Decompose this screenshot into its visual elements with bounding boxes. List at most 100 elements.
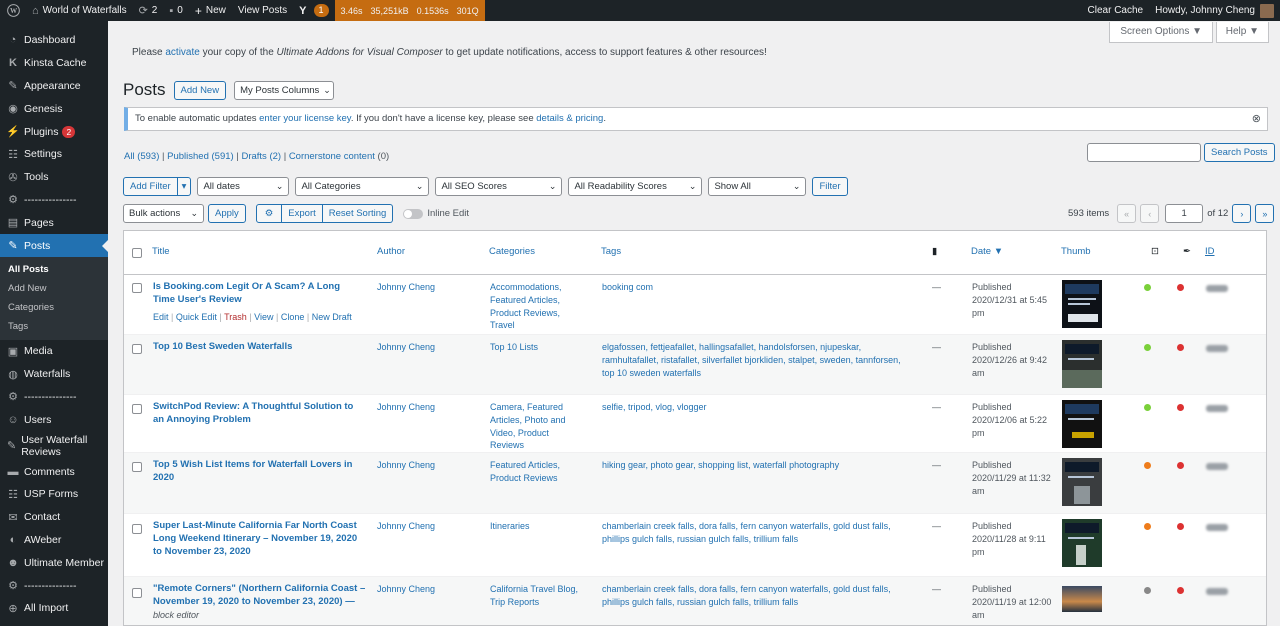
submenu-categories[interactable]: Categories [0, 298, 108, 317]
dates-filter[interactable]: All dates ⌄ [197, 177, 290, 196]
post-thumbnail[interactable] [1062, 400, 1102, 448]
post-title-link[interactable]: Is Booking.com Legit Or A Scam? A Long T… [153, 281, 358, 307]
sidebar-item-posts[interactable]: ✎ Posts [0, 234, 108, 257]
post-thumbnail[interactable] [1062, 586, 1102, 612]
sidebar-item-comments[interactable]: ▬ Comments [0, 460, 108, 483]
categories-filter[interactable]: All Categories ⌄ [295, 177, 430, 196]
comments-column-icon[interactable]: ▮ [932, 246, 937, 257]
row-checkbox[interactable] [132, 283, 142, 293]
sidebar-separator[interactable]: ⚙ --------------- [0, 574, 108, 597]
post-title-link[interactable]: Top 10 Best Sweden Waterfalls [153, 341, 358, 354]
trash-link[interactable]: Trash [224, 312, 247, 322]
submenu-add-new[interactable]: Add New [0, 279, 108, 298]
last-page-button[interactable]: » [1255, 204, 1275, 223]
post-tags[interactable]: chamberlain creek falls, dora falls, fer… [602, 520, 912, 546]
view-link[interactable]: View [254, 312, 273, 322]
row-checkbox[interactable] [132, 524, 142, 534]
view-drafts[interactable]: Drafts (2) [241, 151, 281, 162]
edit-link[interactable]: Edit [153, 312, 169, 322]
filter-button[interactable]: Filter [812, 177, 848, 196]
column-date[interactable]: Date ▼ [971, 246, 1003, 257]
add-filter-button[interactable]: Add Filter [123, 177, 178, 196]
inline-edit-toggle[interactable] [403, 208, 424, 219]
post-tags[interactable]: booking com [602, 281, 912, 294]
dismiss-icon[interactable]: ⊗ [1252, 108, 1261, 130]
query-monitor[interactable]: 3.46s 35,251kB 0.1536s 301Q [334, 0, 485, 21]
license-key-link[interactable]: enter your license key [259, 113, 351, 124]
post-categories[interactable]: Accommodations, Featured Articles, Produ… [490, 281, 585, 332]
new-draft-link[interactable]: New Draft [312, 312, 352, 322]
post-author[interactable]: Johnny Cheng [377, 583, 435, 596]
readability-column-icon[interactable]: ✒ [1183, 246, 1191, 257]
readability-filter[interactable]: All Readability Scores ⌄ [568, 177, 703, 196]
view-published[interactable]: Published (591) [167, 151, 234, 162]
post-categories[interactable]: California Travel Blog, Trip Reports [490, 583, 585, 609]
yoast-menu[interactable]: Y 1 [293, 0, 334, 21]
post-tags[interactable]: chamberlain creek falls, dora falls, fer… [602, 583, 912, 609]
post-author[interactable]: Johnny Cheng [377, 401, 435, 414]
sidebar-item-all-import[interactable]: ⊕ All Import [0, 597, 108, 620]
view-posts-link[interactable]: View Posts [232, 0, 293, 21]
row-checkbox[interactable] [132, 344, 142, 354]
apply-button[interactable]: Apply [208, 204, 246, 223]
sidebar-item-dashboard[interactable]: ◔ Dashboard [0, 29, 108, 52]
post-categories[interactable]: Featured Articles, Product Reviews [490, 459, 585, 485]
sidebar-item-pages[interactable]: ▤ Pages [0, 211, 108, 234]
sidebar-item-ultimate-member[interactable]: ☻ Ultimate Member [0, 551, 108, 574]
post-author[interactable]: Johnny Cheng [377, 341, 435, 354]
updates-link[interactable]: ⟳ 2 [133, 0, 164, 21]
clone-link[interactable]: Clone [281, 312, 305, 322]
search-posts-button[interactable]: Search Posts [1204, 143, 1275, 162]
sidebar-item-contact[interactable]: ✉ Contact [0, 506, 108, 529]
sidebar-item-genesis[interactable]: ◉ Genesis [0, 97, 108, 120]
site-name-link[interactable]: ⌂ World of Waterfalls [26, 0, 133, 21]
sidebar-separator[interactable]: ⚙ --------------- [0, 386, 108, 409]
comments-link[interactable]: ▪ 0 [163, 0, 188, 21]
screen-options-button[interactable]: Screen Options ▼ [1109, 22, 1213, 43]
post-tags[interactable]: selfie, tripod, vlog, vlogger [602, 401, 912, 414]
sidebar-item-users[interactable]: ☺ Users [0, 408, 108, 431]
post-author[interactable]: Johnny Cheng [377, 459, 435, 472]
help-button[interactable]: Help ▼ [1215, 22, 1269, 43]
sidebar-item-aweber[interactable]: ◐ AWeber [0, 529, 108, 552]
row-checkbox[interactable] [132, 588, 142, 598]
post-title-link[interactable]: "Remote Corners" (Northern California Co… [153, 583, 368, 609]
sidebar-item-media[interactable]: ▣ Media [0, 340, 108, 363]
column-author[interactable]: Author [377, 246, 405, 257]
posts-columns-select[interactable]: My Posts Columns ⌄ [234, 80, 335, 100]
post-title-link[interactable]: SwitchPod Review: A Thoughtful Solution … [153, 401, 363, 427]
reset-sorting-button[interactable]: Reset Sorting [322, 204, 394, 223]
view-cornerstone[interactable]: Cornerstone content [289, 151, 375, 162]
seo-filter[interactable]: All SEO Scores ⌄ [435, 177, 563, 196]
export-button[interactable]: Export [282, 204, 323, 223]
post-title-link[interactable]: Super Last-Minute California Far North C… [153, 520, 363, 558]
post-thumbnail[interactable] [1062, 340, 1102, 388]
sidebar-item-usp-forms[interactable]: ☷ USP Forms [0, 483, 108, 506]
post-categories[interactable]: Itineraries [490, 520, 585, 533]
sidebar-item-appearance[interactable]: ✎ Appearance [0, 75, 108, 98]
sidebar-item-plugins[interactable]: ⚡ Plugins 2 [0, 120, 108, 143]
sidebar-item-kinsta-cache[interactable]: K Kinsta Cache [0, 52, 108, 75]
row-checkbox[interactable] [132, 404, 142, 414]
column-title[interactable]: Title [152, 246, 170, 257]
view-all[interactable]: All (593) [124, 151, 159, 162]
post-author[interactable]: Johnny Cheng [377, 281, 435, 294]
post-thumbnail[interactable] [1062, 280, 1102, 328]
show-filter[interactable]: Show All ⌄ [708, 177, 807, 196]
column-id[interactable]: ID [1205, 246, 1215, 257]
post-author[interactable]: Johnny Cheng [377, 520, 435, 533]
activate-link[interactable]: activate [165, 47, 199, 58]
new-content-link[interactable]: + New [189, 0, 232, 21]
submenu-tags[interactable]: Tags [0, 317, 108, 336]
post-categories[interactable]: Top 10 Lists [490, 341, 585, 354]
post-tags[interactable]: elgafossen, fettjeafallet, hallingsafall… [602, 341, 912, 379]
row-checkbox[interactable] [132, 462, 142, 472]
sidebar-item-user-waterfall-reviews[interactable]: ✎ User Waterfall Reviews [0, 431, 108, 460]
post-title-link[interactable]: Top 5 Wish List Items for Waterfall Love… [153, 459, 368, 485]
clear-cache-link[interactable]: Clear Cache [1082, 0, 1150, 21]
next-page-button[interactable]: › [1232, 204, 1252, 223]
select-all-checkbox[interactable] [132, 248, 142, 258]
post-thumbnail[interactable] [1062, 519, 1102, 567]
quick-edit-link[interactable]: Quick Edit [176, 312, 217, 322]
post-tags[interactable]: hiking gear, photo gear, shopping list, … [602, 459, 912, 472]
